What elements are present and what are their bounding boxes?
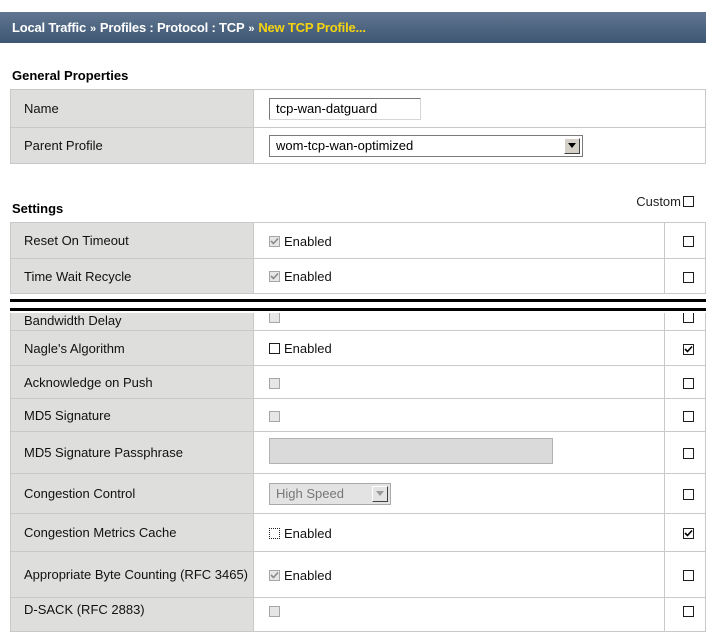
bandwidth-delay-custom-checkbox[interactable] <box>683 311 694 323</box>
appropriate-byte-counting-label: Appropriate Byte Counting (RFC 3465) <box>10 551 254 598</box>
custom-header: Custom <box>636 194 694 209</box>
settings-row: MD5 Signature Passphrase <box>10 431 706 474</box>
chevron-down-icon[interactable] <box>564 137 580 154</box>
page-break-divider <box>0 297 706 313</box>
md5-signature-label: MD5 Signature <box>10 398 254 432</box>
settings-row: Nagle's Algorithm Enabled <box>10 330 706 366</box>
congestion-control-select: High Speed <box>269 482 391 505</box>
settings-row: Time Wait Recycle Enabled <box>10 258 706 294</box>
time-wait-recycle-label: Time Wait Recycle <box>10 258 254 294</box>
nagles-algorithm-label: Nagle's Algorithm <box>10 330 254 366</box>
congestion-control-value: High Speed <box>276 486 344 501</box>
appropriate-byte-counting-checkbox <box>269 569 280 581</box>
breadcrumb-separator: » <box>248 23 255 35</box>
settings-heading: Settings <box>12 201 64 216</box>
enabled-label: Enabled <box>284 269 332 285</box>
parent-profile-value: wom-tcp-wan-optimized <box>276 138 414 153</box>
md5-passphrase-custom-checkbox[interactable] <box>683 448 694 460</box>
breadcrumb-local-traffic[interactable]: Local Traffic <box>12 20 86 35</box>
parent-profile-select[interactable]: wom-tcp-wan-optimized <box>269 134 583 157</box>
general-properties-heading: General Properties <box>12 68 129 83</box>
reset-on-timeout-label: Reset On Timeout <box>10 222 254 259</box>
enabled-label: Enabled <box>284 341 332 357</box>
md5-passphrase-input <box>269 438 553 464</box>
chevron-down-icon <box>372 485 388 502</box>
breadcrumb-tcp-profiles[interactable]: Profiles : Protocol : TCP <box>100 20 245 35</box>
d-sack-label: D-SACK (RFC 2883) <box>10 597 254 632</box>
custom-label: Custom <box>636 194 681 209</box>
settings-row: Congestion Control High Speed <box>10 473 706 514</box>
congestion-control-label: Congestion Control <box>10 473 254 514</box>
divider-line-bottom <box>10 308 706 311</box>
enabled-label: Enabled <box>284 525 332 541</box>
settings-row: Congestion Metrics Cache Enabled <box>10 513 706 552</box>
settings-row: Acknowledge on Push <box>10 365 706 399</box>
enabled-label: Enabled <box>284 567 332 583</box>
acknowledge-on-push-checkbox <box>269 377 280 389</box>
parent-profile-label: Parent Profile <box>10 127 254 164</box>
breadcrumb-separator: » <box>89 23 96 35</box>
name-input[interactable]: tcp-wan-datguard <box>269 97 421 120</box>
general-properties-table: Name tcp-wan-datguard Parent Profile wom… <box>10 89 706 164</box>
nagles-algorithm-custom-checkbox[interactable] <box>683 343 694 355</box>
reset-on-timeout-custom-checkbox[interactable] <box>683 236 694 248</box>
md5-signature-custom-checkbox[interactable] <box>683 410 694 422</box>
md5-signature-passphrase-label: MD5 Signature Passphrase <box>10 431 254 474</box>
d-sack-checkbox <box>269 606 280 618</box>
congestion-metrics-cache-label: Congestion Metrics Cache <box>10 513 254 552</box>
enabled-label: Enabled <box>284 233 332 249</box>
md5-signature-checkbox <box>269 410 280 422</box>
parent-profile-row: Parent Profile wom-tcp-wan-optimized <box>10 127 706 164</box>
divider-line-top <box>10 299 706 302</box>
congestion-metrics-cache-checkbox[interactable] <box>269 527 280 539</box>
settings-row: Appropriate Byte Counting (RFC 3465) Ena… <box>10 551 706 598</box>
custom-all-checkbox[interactable] <box>683 196 694 207</box>
d-sack-custom-checkbox[interactable] <box>683 606 694 618</box>
name-row: Name tcp-wan-datguard <box>10 89 706 128</box>
acknowledge-on-push-custom-checkbox[interactable] <box>683 377 694 389</box>
acknowledge-on-push-label: Acknowledge on Push <box>10 365 254 399</box>
time-wait-recycle-checkbox <box>269 271 280 283</box>
settings-row: Reset On Timeout Enabled <box>10 222 706 259</box>
congestion-metrics-cache-custom-checkbox[interactable] <box>683 528 694 540</box>
bandwidth-delay-checkbox <box>269 311 280 323</box>
name-label: Name <box>10 89 254 128</box>
settings-table-bottom: Bandwidth Delay Nagle's Algorithm Enable… <box>10 301 706 632</box>
time-wait-recycle-custom-checkbox[interactable] <box>683 271 694 283</box>
settings-table-top: Reset On Timeout Enabled Time Wait Recyc… <box>10 222 706 294</box>
congestion-control-custom-checkbox[interactable] <box>683 489 694 501</box>
breadcrumb: Local Traffic» Profiles : Protocol : TCP»… <box>0 12 706 43</box>
reset-on-timeout-checkbox <box>269 235 280 247</box>
settings-row: D-SACK (RFC 2883) <box>10 597 706 632</box>
breadcrumb-current: New TCP Profile... <box>258 20 366 35</box>
nagles-algorithm-checkbox[interactable] <box>269 343 280 355</box>
settings-row: MD5 Signature <box>10 398 706 432</box>
appropriate-byte-counting-custom-checkbox[interactable] <box>683 570 694 582</box>
